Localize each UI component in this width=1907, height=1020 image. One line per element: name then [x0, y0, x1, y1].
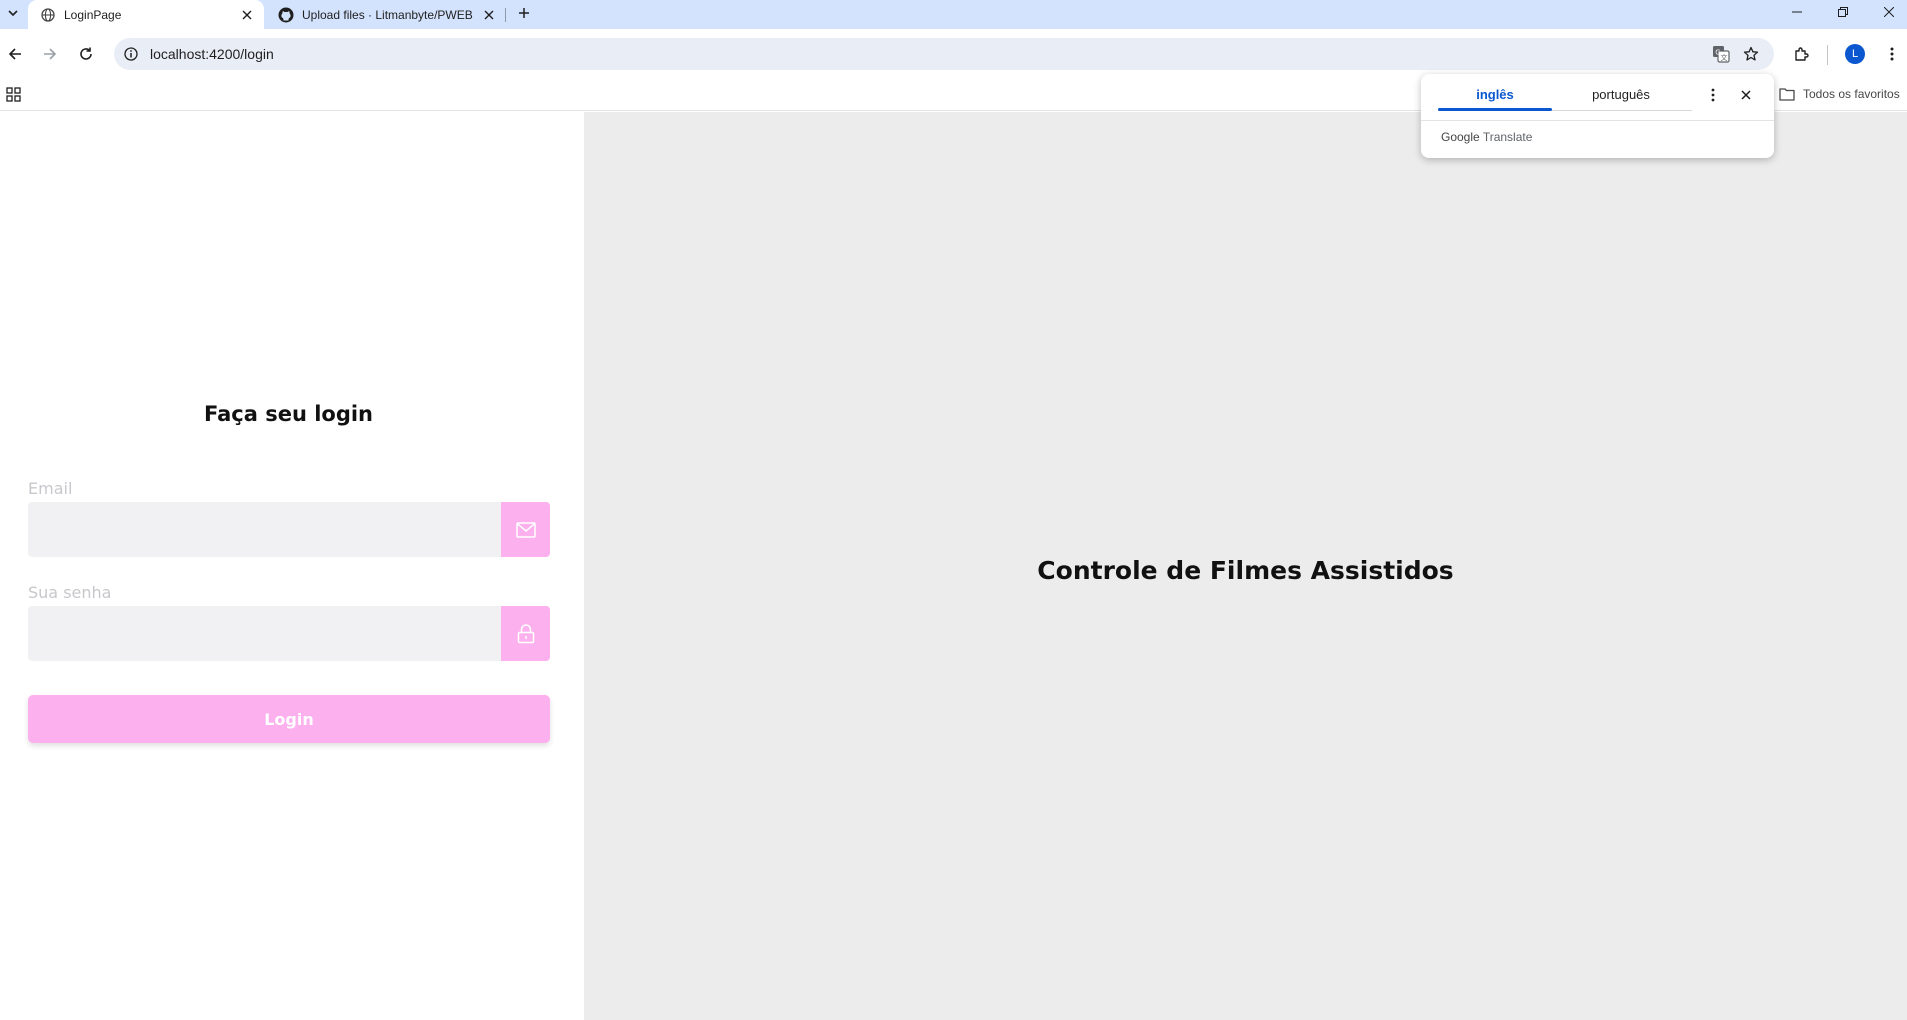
google-wordmark: Google [1441, 130, 1480, 144]
folder-icon [1779, 88, 1795, 101]
puzzle-icon [1795, 47, 1809, 61]
translate-icon[interactable]: G文 [1711, 44, 1731, 64]
tab-title: Upload files · Litmanbyte/PWEB [302, 7, 473, 22]
password-addon [501, 606, 550, 661]
close-tab-icon[interactable] [480, 6, 498, 24]
tab-separator [505, 8, 506, 22]
email-label: Email [28, 479, 73, 498]
address-bar[interactable]: localhost:4200/login G文 [114, 38, 1774, 70]
envelope-icon [515, 521, 536, 538]
globe-icon [40, 7, 56, 23]
back-button[interactable] [2, 41, 28, 67]
google-translate-brand: Google Translate [1441, 130, 1532, 144]
password-field-group [28, 606, 550, 661]
restore-button[interactable] [1820, 0, 1866, 24]
browser-toolbar: localhost:4200/login G文 L [0, 29, 1907, 79]
browser-menu-button[interactable] [1880, 42, 1904, 66]
translate-active-underline [1438, 108, 1552, 111]
translate-popup: inglês português Google Translate [1421, 74, 1774, 158]
reload-button[interactable] [73, 41, 99, 67]
all-bookmarks-button[interactable]: Todos os favoritos [1779, 87, 1900, 101]
site-info-icon[interactable] [122, 45, 140, 63]
all-bookmarks-label: Todos os favoritos [1803, 87, 1900, 101]
page-content: Faça seu login Email Sua senha Login Con… [0, 112, 1907, 1020]
close-window-button[interactable] [1866, 0, 1907, 24]
translate-close-button[interactable] [1736, 85, 1756, 105]
email-input[interactable] [28, 502, 502, 557]
login-button[interactable]: Login [28, 695, 550, 743]
translate-options-button[interactable] [1703, 85, 1723, 105]
plus-icon [519, 8, 529, 18]
toolbar-divider [1827, 45, 1828, 65]
tab-search-button[interactable] [3, 2, 23, 24]
translate-separator [1421, 120, 1774, 121]
lock-icon [517, 623, 534, 643]
profile-avatar[interactable]: L [1845, 44, 1865, 64]
arrow-right-icon [44, 48, 57, 60]
minimize-icon [1792, 11, 1802, 13]
password-input[interactable] [28, 606, 502, 661]
password-label: Sua senha [28, 583, 112, 602]
reload-icon [80, 47, 92, 60]
apps-grid-icon[interactable] [6, 87, 22, 103]
hero-panel: Controle de Filmes Assistidos [584, 112, 1907, 1020]
tab-title: LoginPage [64, 7, 122, 22]
svg-text:文: 文 [1721, 53, 1728, 62]
github-icon [278, 7, 294, 23]
kebab-menu-icon [1890, 47, 1894, 61]
url-text[interactable]: localhost:4200/login [150, 46, 274, 62]
extensions-button[interactable] [1790, 42, 1814, 66]
kebab-menu-icon [1711, 88, 1715, 102]
login-title: Faça seu login [203, 402, 374, 426]
translate-tab-portugues[interactable]: português [1564, 87, 1678, 111]
forward-button[interactable] [37, 41, 63, 67]
close-icon [1884, 7, 1894, 17]
email-field-group [28, 502, 550, 557]
browser-tab-strip: LoginPage Upload files · Litmanbyte/PWEB [0, 0, 1907, 29]
minimize-button[interactable] [1774, 0, 1820, 24]
tab-loginpage[interactable]: LoginPage [28, 0, 264, 29]
tab-upload-files[interactable]: Upload files · Litmanbyte/PWEB [266, 0, 506, 29]
arrow-left-icon [8, 48, 21, 60]
bookmark-star-icon[interactable] [1741, 44, 1761, 64]
restore-icon [1838, 7, 1848, 17]
close-icon [1741, 90, 1751, 100]
hero-title: Controle de Filmes Assistidos [1037, 556, 1454, 585]
chevron-down-icon [8, 10, 18, 17]
close-tab-icon[interactable] [238, 6, 256, 24]
login-panel: Faça seu login Email Sua senha Login [0, 112, 584, 1020]
translate-wordmark: Translate [1482, 130, 1533, 144]
new-tab-button[interactable] [513, 2, 535, 24]
email-addon [501, 502, 550, 557]
